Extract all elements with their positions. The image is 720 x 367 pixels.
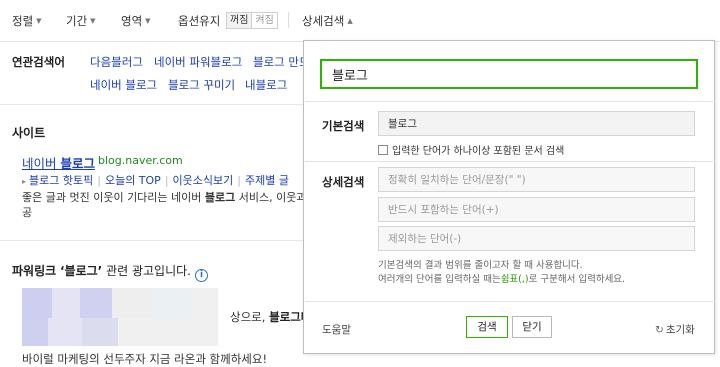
checkbox[interactable] <box>378 144 388 155</box>
toggle-off-option[interactable]: 꺼짐 <box>227 13 253 28</box>
hint-highlight: 쉼표(,) <box>500 274 529 285</box>
bullet-icon: ▸ <box>22 177 27 186</box>
option-keep-label: 옵션유지 <box>178 14 221 28</box>
blurred-ad-image <box>22 318 218 346</box>
sublink-topic[interactable]: 주제별 글 <box>245 174 289 187</box>
search-options-bar: 정렬 ▼ 기간 ▼ 영역 ▼ 옵션유지 꺼짐 켜짐 상세검색 ▲ <box>0 0 720 42</box>
area-dropdown[interactable]: 영역 ▼ <box>121 13 151 29</box>
area-label: 영역 <box>121 14 143 28</box>
powerlink-suffix: 관련 광고입니다. <box>102 264 191 278</box>
detail-search-panel: 기본검색 입력한 단어가 하나이상 포함된 문서 검색 상세검색 기본검색의 결… <box>303 40 715 354</box>
site-description: 좋은 글과 멋진 이웃이 기다리는 네이버 블로그 서비스, 이웃과 공 <box>22 190 312 220</box>
divider <box>0 240 303 241</box>
divider <box>305 161 715 162</box>
divider <box>305 301 715 302</box>
divider <box>305 101 715 102</box>
hint-text: 여러개의 단어를 입력하실 때는 <box>378 274 501 285</box>
search-button[interactable]: 검색 <box>466 316 508 338</box>
exact-phrase-input[interactable] <box>378 167 695 192</box>
reset-label: 초기화 <box>665 324 695 336</box>
close-button[interactable]: 닫기 <box>512 316 552 338</box>
chevron-up-icon: ▲ <box>347 17 353 25</box>
main-query-input[interactable] <box>320 59 698 89</box>
site-sublinks: ▸ 블로그 핫토픽 | 오늘의 TOP | 이웃소식보기 | 주제별 글 <box>22 172 289 188</box>
sublink-today-top[interactable]: 오늘의 TOP <box>105 174 161 187</box>
detail-search-toggle[interactable]: 상세검색 ▲ <box>302 13 353 29</box>
sort-label: 정렬 <box>12 14 34 28</box>
hint-text: 로 구분해서 입력하세요. <box>528 274 626 285</box>
related-link[interactable]: 블로그 만드 <box>253 54 310 70</box>
divider: | <box>97 174 101 187</box>
related-link[interactable]: 블로그 꾸미기 <box>168 77 235 93</box>
ad-text-part: 상으로, <box>230 310 270 324</box>
divider <box>288 12 289 28</box>
ad-text: 상으로, 블로그마 <box>230 309 311 325</box>
exclude-input[interactable] <box>378 226 695 251</box>
chevron-down-icon: ▼ <box>36 17 42 25</box>
divider: | <box>237 174 241 187</box>
basic-search-input[interactable] <box>378 111 695 136</box>
related-link[interactable]: 네이버 블로그 <box>90 77 157 93</box>
powerlink-label: 파워링크 <box>12 264 57 278</box>
sort-dropdown[interactable]: 정렬 ▼ <box>12 13 42 29</box>
related-link[interactable]: 다음블러그 <box>90 54 143 70</box>
sublink-hot-topic[interactable]: 블로그 핫토픽 <box>29 174 93 187</box>
site-name-bold: 블로그 <box>60 156 95 171</box>
desc-text: 좋은 글과 멋진 이웃이 기다리는 네이버 <box>22 191 205 204</box>
powerlink-query: ‘블로그’ <box>60 264 103 278</box>
hint-line: 여러개의 단어를 입력하실 때는쉼표(,)로 구분해서 입력하세요. <box>378 273 625 287</box>
powerlink-title: 파워링크 ‘블로그’ 관련 광고입니다. i <box>12 262 208 282</box>
site-name-prefix: 네이버 <box>22 156 61 171</box>
toggle-on-option[interactable]: 켜짐 <box>252 13 276 28</box>
must-include-input[interactable] <box>378 197 695 222</box>
site-title-link[interactable]: 네이버 블로그 <box>22 153 95 172</box>
chevron-down-icon: ▼ <box>145 17 151 25</box>
help-link[interactable]: 도움말 <box>322 322 351 337</box>
chevron-down-icon: ▼ <box>90 17 96 25</box>
checkbox-label: 입력한 단어가 하나이상 포함된 문서 검색 <box>392 146 565 157</box>
related-link[interactable]: 내블로그 <box>245 77 287 93</box>
related-link[interactable]: 네이버 파워블로그 <box>154 54 242 70</box>
period-dropdown[interactable]: 기간 ▼ <box>66 13 96 29</box>
divider: | <box>164 174 169 187</box>
hint-line: 기본검색의 결과 범위를 줄이고자 할 때 사용합니다. <box>378 260 583 271</box>
divider <box>0 104 303 105</box>
sublink-neighbor-news[interactable]: 이웃소식보기 <box>173 174 234 187</box>
related-searches-label: 연관검색어 <box>12 55 65 69</box>
refresh-icon: ↻ <box>655 324 664 336</box>
info-icon[interactable]: i <box>194 269 208 282</box>
help-hint: 기본검색의 결과 범위를 줄이고자 할 때 사용합니다. 여러개의 단어를 입력… <box>378 259 625 287</box>
reset-button[interactable]: ↻ 초기화 <box>655 322 695 337</box>
site-section-title: 사이트 <box>12 126 46 140</box>
site-url: blog.naver.com <box>98 154 183 167</box>
detail-search-label: 상세검색 <box>322 175 365 189</box>
option-keep-toggle[interactable]: 꺼짐 켜짐 <box>226 12 278 29</box>
ad-description: 바이럴 마케팅의 선두주자 지금 라온과 함께하세요! <box>22 352 268 366</box>
desc-bold: 블로그 <box>204 191 236 204</box>
basic-search-label: 기본검색 <box>322 119 365 133</box>
detail-search-label: 상세검색 <box>302 14 345 28</box>
period-label: 기간 <box>66 14 88 28</box>
any-word-option[interactable]: 입력한 단어가 하나이상 포함된 문서 검색 <box>378 142 564 157</box>
